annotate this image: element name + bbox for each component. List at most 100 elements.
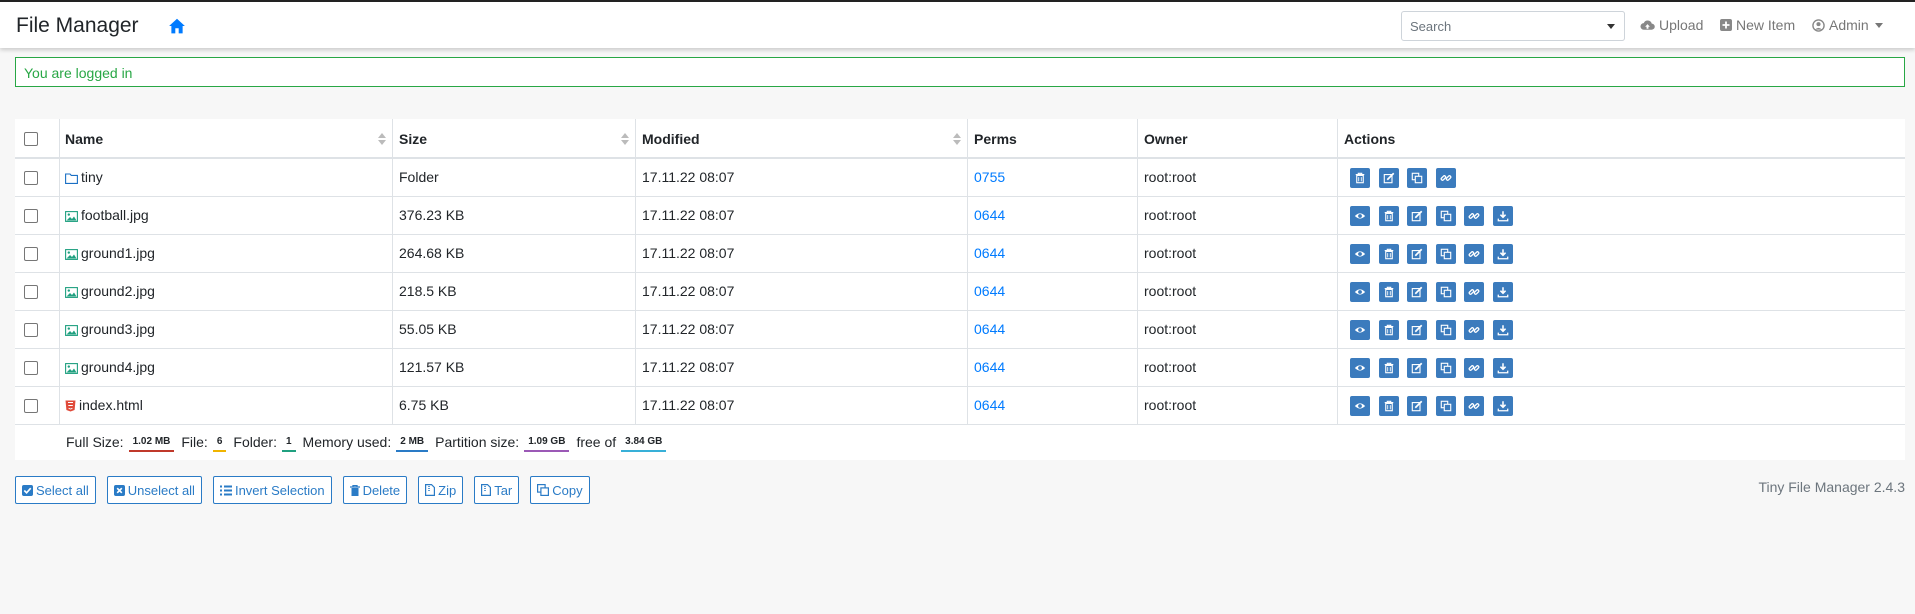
file-size: 264.68 KB bbox=[399, 245, 465, 261]
file-owner: root:root bbox=[1144, 169, 1197, 185]
view-button[interactable] bbox=[1350, 396, 1370, 416]
direct-link-button[interactable] bbox=[1464, 358, 1484, 378]
file-name[interactable]: ground2.jpg bbox=[59, 273, 155, 310]
search-options-dropdown[interactable] bbox=[1598, 11, 1625, 41]
view-button[interactable] bbox=[1350, 358, 1370, 378]
view-button[interactable] bbox=[1350, 244, 1370, 264]
table-row[interactable]: tiny Folder 17.11.22 08:07 0755 root:root bbox=[15, 159, 1905, 197]
copy-file-button[interactable] bbox=[1435, 282, 1456, 302]
file-name[interactable]: tiny bbox=[59, 159, 103, 196]
rename-button[interactable] bbox=[1407, 282, 1427, 302]
select-all-button[interactable]: Select all bbox=[15, 476, 96, 504]
unselect-all-button[interactable]: Unselect all bbox=[106, 476, 202, 504]
delete-file-button[interactable] bbox=[1350, 168, 1370, 188]
tar-button[interactable]: Tar bbox=[474, 476, 520, 504]
rename-button[interactable] bbox=[1407, 206, 1427, 226]
row-checkbox[interactable] bbox=[24, 209, 38, 223]
delete-file-button[interactable] bbox=[1378, 396, 1399, 416]
delete-file-button[interactable] bbox=[1378, 206, 1399, 226]
copy-file-button[interactable] bbox=[1435, 244, 1456, 264]
download-button[interactable] bbox=[1492, 244, 1513, 264]
header-owner[interactable]: Owner bbox=[1138, 119, 1188, 159]
delete-file-button[interactable] bbox=[1378, 282, 1399, 302]
file-perms-link[interactable]: 0644 bbox=[968, 387, 1005, 424]
direct-link-button[interactable] bbox=[1464, 320, 1484, 340]
view-button[interactable] bbox=[1350, 282, 1370, 302]
copy-file-button[interactable] bbox=[1435, 358, 1456, 378]
direct-link-button[interactable] bbox=[1435, 168, 1456, 188]
file-perms-link[interactable]: 0644 bbox=[968, 235, 1005, 272]
upload-link[interactable]: Upload bbox=[1640, 17, 1703, 33]
direct-link-button[interactable] bbox=[1464, 396, 1484, 416]
delete-file-button[interactable] bbox=[1378, 358, 1399, 378]
direct-link-button[interactable] bbox=[1464, 206, 1484, 226]
header-perms[interactable]: Perms bbox=[968, 119, 1017, 159]
file-perms-link[interactable]: 0644 bbox=[968, 349, 1005, 386]
delete-button[interactable]: Delete bbox=[342, 476, 408, 504]
row-checkbox[interactable] bbox=[24, 247, 38, 261]
trash-icon bbox=[1384, 400, 1393, 412]
new-item-link[interactable]: New Item bbox=[1720, 17, 1795, 33]
app-title[interactable]: File Manager bbox=[16, 14, 139, 38]
select-all-checkbox[interactable] bbox=[24, 132, 38, 146]
file-perms-link[interactable]: 0755 bbox=[968, 159, 1005, 196]
file-name[interactable]: ground4.jpg bbox=[59, 349, 155, 386]
file-name[interactable]: ground3.jpg bbox=[59, 311, 155, 348]
header-name[interactable]: Name bbox=[59, 119, 103, 159]
row-checkbox[interactable] bbox=[24, 323, 38, 337]
table-row[interactable]: ground1.jpg 264.68 KB 17.11.22 08:07 0644 ro… bbox=[15, 235, 1905, 273]
delete-file-button[interactable] bbox=[1378, 320, 1399, 340]
search-input[interactable] bbox=[1402, 12, 1599, 40]
copy-file-button[interactable] bbox=[1407, 168, 1427, 188]
download-button[interactable] bbox=[1492, 396, 1513, 416]
sort-icon[interactable] bbox=[953, 133, 961, 145]
copy-file-button[interactable] bbox=[1435, 320, 1456, 340]
user-menu[interactable]: Admin bbox=[1812, 17, 1883, 33]
image-icon bbox=[65, 362, 78, 374]
copy-button[interactable]: Copy bbox=[530, 476, 590, 504]
download-button[interactable] bbox=[1492, 320, 1513, 340]
table-row[interactable]: index.html 6.75 KB 17.11.22 08:07 0644 root:… bbox=[15, 387, 1905, 425]
header-modified[interactable]: Modified bbox=[636, 119, 700, 159]
rename-button[interactable] bbox=[1407, 320, 1427, 340]
row-checkbox[interactable] bbox=[24, 171, 38, 185]
table-row[interactable]: ground2.jpg 218.5 KB 17.11.22 08:07 0644 roo… bbox=[15, 273, 1905, 311]
row-checkbox[interactable] bbox=[24, 399, 38, 413]
file-perms-link[interactable]: 0644 bbox=[968, 311, 1005, 348]
rename-button[interactable] bbox=[1407, 244, 1427, 264]
home-icon[interactable] bbox=[168, 17, 186, 35]
zip-button[interactable]: Zip bbox=[418, 476, 464, 504]
direct-link-button[interactable] bbox=[1464, 244, 1484, 264]
rename-button[interactable] bbox=[1378, 168, 1399, 188]
file-owner: root:root bbox=[1144, 245, 1197, 261]
download-button[interactable] bbox=[1492, 282, 1513, 302]
table-row[interactable]: ground3.jpg 55.05 KB 17.11.22 08:07 0644 roo… bbox=[15, 311, 1905, 349]
sort-icon[interactable] bbox=[378, 133, 386, 145]
view-button[interactable] bbox=[1350, 206, 1370, 226]
download-button[interactable] bbox=[1492, 358, 1513, 378]
file-perms-link[interactable]: 0644 bbox=[968, 273, 1005, 310]
file-name[interactable]: index.html bbox=[59, 387, 143, 424]
row-checkbox[interactable] bbox=[24, 361, 38, 375]
copy-icon bbox=[1440, 400, 1451, 412]
table-row[interactable]: football.jpg 376.23 KB 17.11.22 08:07 0644 r… bbox=[15, 197, 1905, 235]
copy-file-button[interactable] bbox=[1435, 396, 1456, 416]
sort-icon[interactable] bbox=[621, 133, 629, 145]
rename-button[interactable] bbox=[1407, 396, 1427, 416]
file-size: 376.23 KB bbox=[399, 207, 465, 223]
file-archive-icon bbox=[425, 484, 436, 496]
invert-selection-button[interactable]: Invert Selection bbox=[212, 476, 332, 504]
copy-file-button[interactable] bbox=[1435, 206, 1456, 226]
direct-link-button[interactable] bbox=[1464, 282, 1484, 302]
file-name[interactable]: ground1.jpg bbox=[59, 235, 155, 272]
file-perms-link[interactable]: 0644 bbox=[968, 197, 1005, 234]
file-owner: root:root bbox=[1144, 283, 1197, 299]
view-button[interactable] bbox=[1350, 320, 1370, 340]
table-row[interactable]: ground4.jpg 121.57 KB 17.11.22 08:07 0644 ro… bbox=[15, 349, 1905, 387]
row-checkbox[interactable] bbox=[24, 285, 38, 299]
delete-file-button[interactable] bbox=[1378, 244, 1399, 264]
header-size[interactable]: Size bbox=[393, 119, 427, 159]
download-button[interactable] bbox=[1492, 206, 1513, 226]
rename-button[interactable] bbox=[1407, 358, 1427, 378]
file-name[interactable]: football.jpg bbox=[59, 197, 149, 234]
